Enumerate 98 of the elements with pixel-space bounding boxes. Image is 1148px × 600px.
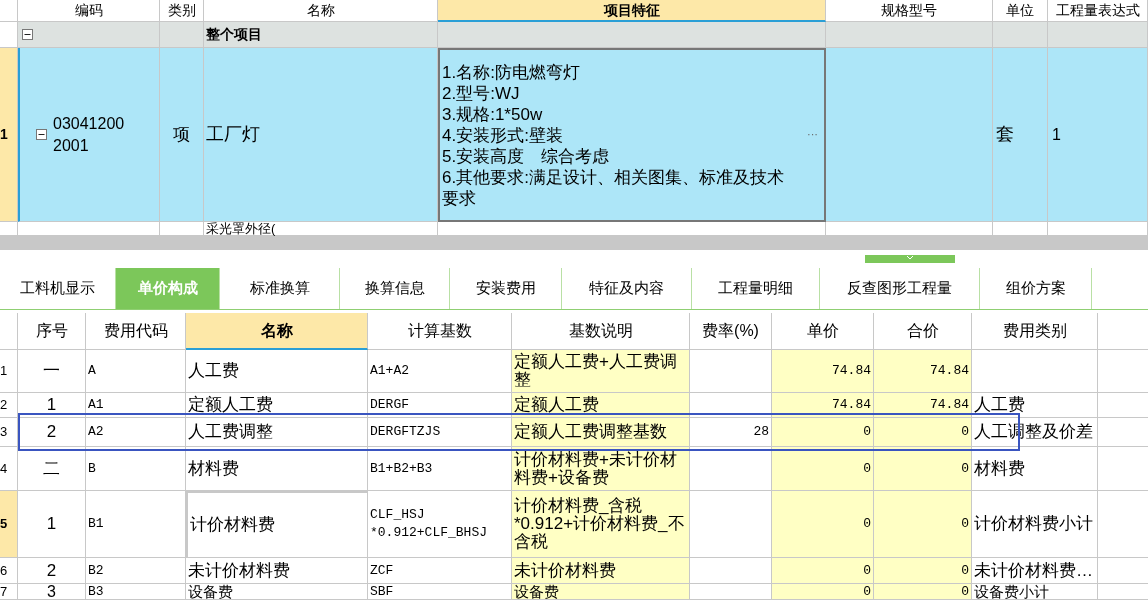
table-cell: 0	[772, 447, 874, 491]
column-header[interactable]: 费率(%)	[690, 313, 772, 350]
feature-text: 1.名称:防电燃弯灯 2.型号:WJ 3.规格:1*50w 4.安装形式:壁装 5.安装高度 综合考虑 6.其他要求:满足设计、相关图集、标准及技术要求	[441, 61, 785, 209]
table-cell: DERGFTZJS	[368, 418, 512, 447]
table-cell: 0	[874, 491, 972, 558]
table-cell: 74.84	[772, 393, 874, 418]
table-cell: B3	[86, 584, 186, 600]
table-cell: 计价材料费小计	[972, 491, 1098, 558]
table-cell: 0	[874, 584, 972, 600]
table-cell: 74.84	[874, 350, 972, 393]
column-header[interactable]: 费用类别	[972, 313, 1098, 350]
item-code: 030412002001	[53, 113, 126, 156]
table-cell: A1+A2	[368, 350, 512, 393]
table-cell: 2	[18, 558, 86, 584]
column-header[interactable]: 单位	[993, 0, 1048, 22]
table-cell: 整个项目	[204, 22, 438, 48]
table-cell: 材料费	[972, 447, 1098, 491]
column-header[interactable]: 名称	[204, 0, 438, 22]
table-cell	[0, 222, 18, 236]
table-cell: 设备费	[512, 584, 690, 600]
column-header[interactable]: 编码	[18, 0, 160, 22]
table-cell: 人工费	[972, 393, 1098, 418]
table-cell: A	[86, 350, 186, 393]
corner-cell	[0, 0, 18, 22]
table-cell: 设备费小计	[972, 584, 1098, 600]
table-cell: 项	[160, 48, 204, 222]
table-cell: 0	[772, 491, 874, 558]
table-cell: 0	[772, 584, 874, 600]
column-header[interactable]: 单价	[772, 313, 874, 350]
table-cell: 1	[18, 393, 86, 418]
column-header[interactable]: 规格型号	[826, 0, 993, 22]
column-header[interactable]: 项目特征	[438, 0, 826, 22]
table-cell: 0	[772, 418, 874, 447]
table-cell: 套	[993, 48, 1048, 222]
row-header[interactable]: 6	[0, 558, 18, 584]
table-cell: 工厂灯	[204, 48, 438, 222]
table-cell: 未计价材料费	[512, 558, 690, 584]
table-cell: 人工费	[186, 350, 368, 393]
column-header[interactable]: 名称	[186, 313, 368, 350]
table-cell: 0	[874, 558, 972, 584]
table-cell: 0	[874, 418, 972, 447]
table-cell: A1	[86, 393, 186, 418]
row-header[interactable]: 7	[0, 584, 18, 600]
collapse-icon[interactable]	[22, 29, 33, 40]
row-header[interactable]: 2	[0, 393, 18, 418]
table-cell: 1	[18, 491, 86, 558]
table-cell: B1+B2+B3	[368, 447, 512, 491]
table-cell: 计价材料费+未计价材料费+设备费	[512, 447, 690, 491]
table-cell: 二	[18, 447, 86, 491]
table-cell	[993, 22, 1048, 48]
table-cell: 1	[1048, 48, 1148, 222]
row-header[interactable]: 3	[0, 418, 18, 447]
collapse-icon[interactable]	[36, 129, 47, 140]
column-header[interactable]: 费用代码	[86, 313, 186, 350]
table-cell: 设备费	[186, 584, 368, 600]
column-header[interactable]: 基数说明	[512, 313, 690, 350]
table-cell: 定额人工费	[512, 393, 690, 418]
table-cell	[160, 222, 204, 236]
row-header[interactable]: 1	[0, 48, 18, 222]
table-cell: 计价材料费_含税 *0.912+计价材料费_不含税	[512, 491, 690, 558]
table-cell: 3	[18, 584, 86, 600]
table-cell: 74.84	[874, 393, 972, 418]
table-cell: 74.84	[772, 350, 874, 393]
table-cell: 0	[772, 558, 874, 584]
table-cell: 定额人工费调整基数	[512, 418, 690, 447]
table-cell: B2	[86, 558, 186, 584]
table-cell: SBF	[368, 584, 512, 600]
table-cell: B	[86, 447, 186, 491]
row-header[interactable]: 4	[0, 447, 18, 491]
table-cell: 采光罩外径(	[204, 222, 438, 236]
table-cell	[993, 222, 1048, 236]
table-cell: CLF_HSJ *0.912+CLF_BHSJ	[368, 491, 512, 558]
table-cell: ZCF	[368, 558, 512, 584]
table-cell: 2	[18, 418, 86, 447]
row-header[interactable]: 1	[0, 350, 18, 393]
row-header[interactable]: 5	[0, 491, 18, 558]
column-header[interactable]: 计算基数	[368, 313, 512, 350]
scrollbar[interactable]	[0, 236, 1148, 250]
more-button[interactable]: ···	[807, 126, 818, 143]
column-header[interactable]: 合价	[874, 313, 972, 350]
table-cell: 人工费调整	[186, 418, 368, 447]
splitter-handle[interactable]	[865, 255, 955, 263]
column-header[interactable]: 类别	[160, 0, 204, 22]
table-cell: 一	[18, 350, 86, 393]
column-header[interactable]: 序号	[18, 313, 86, 350]
column-header[interactable]: 工程量表达式	[1048, 0, 1148, 22]
table-cell: A2	[86, 418, 186, 447]
corner-cell	[0, 313, 18, 350]
table-cell: 计价材料费	[186, 491, 368, 558]
table-cell: 材料费	[186, 447, 368, 491]
table-cell: 0	[874, 447, 972, 491]
table-cell: 未计价材料费	[186, 558, 368, 584]
table-cell: 定额人工费+人工费调整	[512, 350, 690, 393]
table-cell: DERGF	[368, 393, 512, 418]
table-cell: 28	[690, 418, 772, 447]
table-cell: B1	[86, 491, 186, 558]
table-cell: 定额人工费	[186, 393, 368, 418]
table-cell: 未计价材料费…	[972, 558, 1098, 584]
